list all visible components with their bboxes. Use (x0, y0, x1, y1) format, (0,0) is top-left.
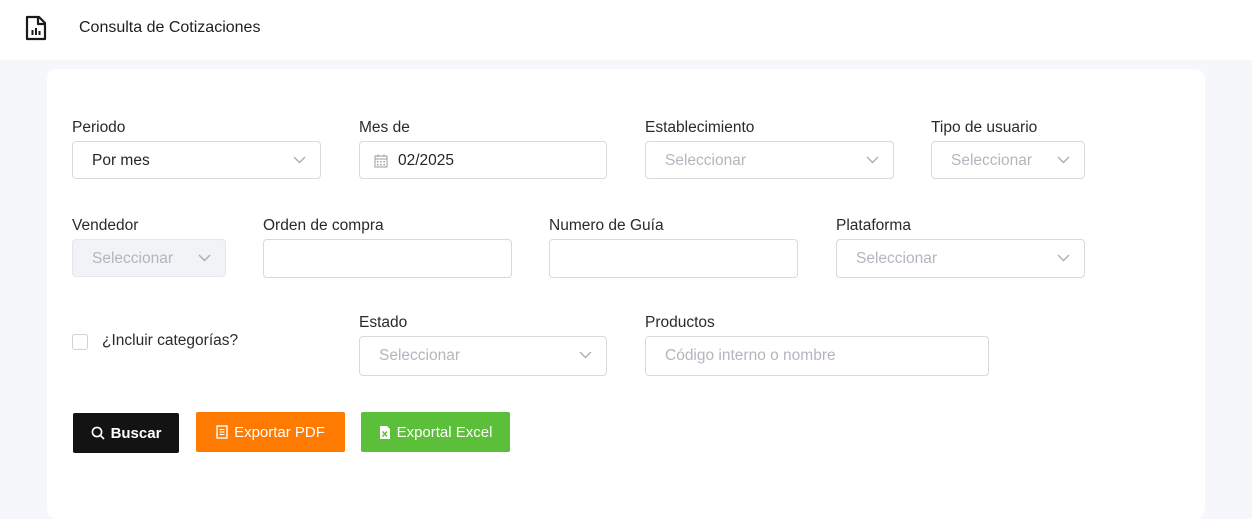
vendedor-placeholder: Seleccionar (92, 250, 173, 267)
plataforma-placeholder: Seleccionar (856, 250, 937, 267)
vendedor-select[interactable]: Seleccionar (72, 239, 226, 277)
report-file-icon (25, 15, 47, 41)
page-title: Consulta de Cotizaciones (79, 19, 261, 36)
search-button-label: Buscar (110, 424, 162, 442)
filter-card: Periodo Por mes Mes de 02/2025 Estableci… (47, 69, 1205, 519)
vendedor-label: Vendedor (72, 217, 139, 234)
mes-value: 02/2025 (398, 152, 455, 169)
numero-guia-input[interactable] (550, 240, 797, 277)
orden-compra-input[interactable] (264, 240, 511, 277)
export-excel-label: Exportal Excel (396, 423, 493, 441)
numero-guia-label: Numero de Guía (549, 217, 664, 234)
estado-placeholder: Seleccionar (379, 347, 460, 364)
export-excel-button[interactable]: Exportal Excel (361, 412, 510, 452)
establecimiento-select[interactable]: Seleccionar (645, 141, 894, 179)
tipo-usuario-label: Tipo de usuario (931, 119, 1038, 136)
export-pdf-label: Exportar PDF (234, 423, 325, 441)
search-icon (91, 426, 105, 440)
chevron-down-icon (1057, 156, 1070, 164)
document-icon (216, 425, 228, 439)
plataforma-select[interactable]: Seleccionar (836, 239, 1085, 278)
incluir-categorias-checkbox[interactable] (72, 334, 88, 350)
numero-guia-input-box (549, 239, 798, 278)
productos-label: Productos (645, 314, 715, 331)
chevron-down-icon (198, 254, 211, 262)
periodo-select[interactable]: Por mes (72, 141, 321, 179)
tipo-usuario-select[interactable]: Seleccionar (931, 141, 1085, 179)
search-button[interactable]: Buscar (73, 413, 179, 453)
mes-date-picker[interactable]: 02/2025 (359, 141, 607, 179)
establecimiento-label: Establecimiento (645, 119, 755, 136)
mes-label: Mes de (359, 119, 410, 136)
establecimiento-placeholder: Seleccionar (665, 152, 746, 169)
excel-file-icon (379, 425, 390, 439)
productos-input-box (645, 336, 989, 376)
periodo-value: Por mes (92, 152, 150, 169)
chevron-down-icon (293, 156, 306, 164)
orden-compra-input-box (263, 239, 512, 278)
orden-compra-label: Orden de compra (263, 217, 384, 234)
export-pdf-button[interactable]: Exportar PDF (196, 412, 345, 452)
chevron-down-icon (579, 351, 592, 359)
estado-select[interactable]: Seleccionar (359, 336, 607, 376)
periodo-label: Periodo (72, 119, 126, 136)
plataforma-label: Plataforma (836, 217, 911, 234)
chevron-down-icon (1057, 254, 1070, 262)
incluir-categorias-label[interactable]: ¿Incluir categorías? (102, 332, 238, 350)
top-bar: Consulta de Cotizaciones (0, 0, 1252, 60)
estado-label: Estado (359, 314, 408, 331)
productos-input[interactable] (646, 337, 988, 375)
chevron-down-icon (866, 156, 879, 164)
calendar-icon (374, 154, 388, 168)
tipo-usuario-placeholder: Seleccionar (951, 152, 1032, 169)
